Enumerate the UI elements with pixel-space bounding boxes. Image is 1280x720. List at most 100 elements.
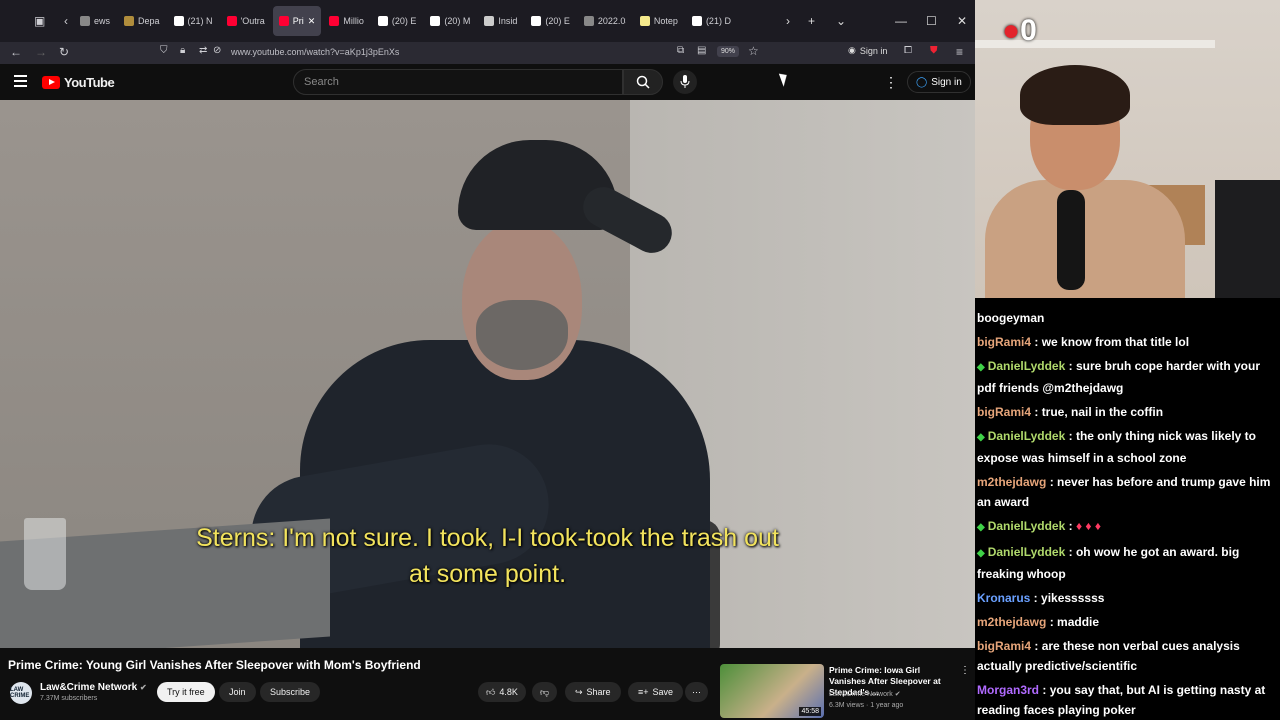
browser-tab[interactable]: (20) M [424, 6, 476, 36]
chat-message: boogeyman [975, 308, 1280, 332]
browser-tab[interactable]: (20) E [525, 6, 576, 36]
chat-username[interactable]: DanielLyddek [988, 519, 1066, 533]
tab-favicon-icon [583, 16, 594, 26]
chat-username[interactable]: DanielLyddek [988, 359, 1066, 373]
chat-message: m2thejdawg : never has before and trump … [975, 472, 1280, 516]
browser-tab[interactable]: Pri ✕ [272, 6, 322, 36]
search-button[interactable] [623, 69, 663, 95]
browser-tab[interactable]: ews [74, 6, 116, 36]
tab-list: ews Depa (21) N 'Outra Pri ✕ Millio (20) E (20) … [74, 6, 737, 36]
shield-icon[interactable]: ⛉ [160, 45, 168, 56]
chat-text: boogeyman [977, 311, 1045, 325]
save-button[interactable]: ≡+ Save [628, 682, 684, 702]
more-horizontal-icon: ⋯ [692, 686, 701, 697]
subscribe-button[interactable]: Subscribe [260, 682, 321, 702]
join-button[interactable]: Join [219, 682, 256, 702]
channel-name[interactable]: Law&Crime Network ✔ [40, 682, 147, 693]
new-tab-icon[interactable]: + [808, 14, 815, 28]
chat-username[interactable]: Morgan3rd [977, 683, 1039, 697]
browser-tab[interactable]: Notep [634, 6, 684, 36]
try-free-button[interactable]: Try it free [157, 682, 215, 702]
browser-signin-button[interactable]: ◉ Sign in [848, 45, 887, 56]
chat-message: Kronarus : yikessssss [975, 588, 1280, 612]
chat-username[interactable]: DanielLyddek [988, 545, 1066, 559]
minimize-icon[interactable]: — [895, 14, 907, 28]
chat-text: yikessssss [1041, 591, 1105, 605]
ublock-icon[interactable]: ⛊ [930, 45, 938, 56]
camera-off-icon[interactable]: ⊘ [213, 45, 221, 56]
related-video-thumbnail[interactable]: 45:58 [720, 664, 824, 718]
related-video-channel: Law&Crime Network ✔ [829, 690, 901, 698]
chat-username[interactable]: DanielLyddek [988, 429, 1066, 443]
chat-separator: : [1039, 683, 1050, 697]
browser-menu-icon[interactable]: ≡ [956, 45, 963, 59]
more-actions-button[interactable]: ⋯ [685, 682, 708, 702]
chat-message: ◆ DanielLyddek : sure bruh cope harder wi… [975, 356, 1280, 402]
chat-emotes: ♦ ♦ ♦ [1075, 519, 1101, 533]
chat-username[interactable]: bigRami4 [977, 405, 1031, 419]
tab-scroll-left-icon[interactable]: ‹ [64, 14, 68, 28]
maximize-icon[interactable]: ☐ [926, 14, 937, 28]
close-window-icon[interactable]: ✕ [957, 14, 967, 28]
streamer-microphone [1057, 190, 1085, 290]
youtube-logo[interactable]: YouTube [42, 75, 115, 90]
permissions-icon[interactable]: ⇄ [199, 45, 207, 56]
chat-username[interactable]: Kronarus [977, 591, 1030, 605]
lock-icon[interactable]: 🔒︎ [180, 45, 185, 56]
chat-list: boogeyman bigRami4 : we know from that ti… [975, 298, 1280, 720]
tab-label: Notep [653, 16, 678, 26]
browser-tab-strip: ▣ ‹ ews Depa (21) N 'Outra Pri ✕ Millio (20) E (… [0, 0, 975, 42]
chat-username[interactable]: bigRami4 [977, 639, 1031, 653]
voice-search-button[interactable] [673, 70, 697, 94]
more-options-icon[interactable]: ⋮ [884, 74, 898, 91]
video-person-beard [476, 300, 568, 370]
tab-favicon-icon [226, 16, 237, 26]
tab-label: (20) E [545, 16, 570, 26]
related-more-icon[interactable]: ⋮ [960, 665, 970, 676]
streamer-hair [1020, 65, 1130, 125]
video-player[interactable]: Sterns: I'm not sure. I took, I-I took-t… [0, 100, 975, 648]
browser-tab[interactable]: 2022.03.1 [578, 6, 632, 36]
picture-in-picture-icon[interactable]: ⧉ [677, 45, 684, 56]
forward-icon[interactable]: → [35, 45, 47, 59]
browser-tab[interactable]: Millio [323, 6, 370, 36]
like-button[interactable]: 👍︎ 4.8K [478, 682, 526, 702]
tab-list-dropdown-icon[interactable]: ⌄ [836, 14, 846, 28]
back-icon[interactable]: ← [10, 45, 22, 59]
share-button[interactable]: ↪ Share [565, 682, 621, 702]
browser-tab[interactable]: (20) E [372, 6, 423, 36]
search-input[interactable]: Search [293, 69, 623, 95]
tab-overview-icon[interactable]: ▣ [34, 14, 45, 28]
reload-icon[interactable]: ↻ [59, 45, 69, 59]
chat-badge-icon: ◆ [977, 362, 985, 373]
reader-view-icon[interactable]: ▤ [697, 45, 706, 56]
subscriber-count: 7.37M subscribers [40, 695, 98, 702]
zoom-level[interactable]: 90% [717, 46, 740, 57]
dislike-button[interactable]: 👎︎ [532, 682, 558, 702]
stream-counter-value: 0 [1020, 14, 1037, 47]
tab-scroll-right-icon[interactable]: › [786, 14, 790, 28]
screen: ▣ ‹ ews Depa (21) N 'Outra Pri ✕ Millio (20) E (… [0, 0, 1280, 720]
tab-label: 2022.03.1 [597, 16, 626, 26]
chat-message: bigRami4 : we know from that title lol [975, 332, 1280, 356]
bookmark-star-icon[interactable]: ☆ [748, 44, 759, 58]
browser-tab[interactable]: (21) N [168, 6, 219, 36]
share-icon: ↪ [575, 686, 583, 697]
tab-label: Pri [292, 16, 304, 26]
account-icon: ◉ [848, 45, 856, 55]
browser-tab[interactable]: Depa [118, 6, 166, 36]
youtube-signin-button[interactable]: ◯ Sign in [907, 71, 971, 93]
browser-tab[interactable]: (21) D [686, 6, 737, 36]
tab-label: 'Outra [240, 16, 265, 26]
extensions-icon[interactable]: ⧠ [904, 45, 912, 56]
chat-username[interactable]: bigRami4 [977, 335, 1031, 349]
menu-icon[interactable] [14, 75, 27, 90]
browser-tab[interactable]: Insid [478, 6, 523, 36]
channel-avatar[interactable]: LAW CRIME [10, 682, 32, 704]
chat-username[interactable]: m2thejdawg [977, 475, 1046, 489]
chat-separator: : [1046, 615, 1058, 629]
chat-username[interactable]: m2thejdawg [977, 615, 1046, 629]
close-tab-icon[interactable]: ✕ [308, 16, 316, 27]
browser-tab[interactable]: 'Outra [221, 6, 271, 36]
verified-icon: ✔ [894, 691, 901, 698]
